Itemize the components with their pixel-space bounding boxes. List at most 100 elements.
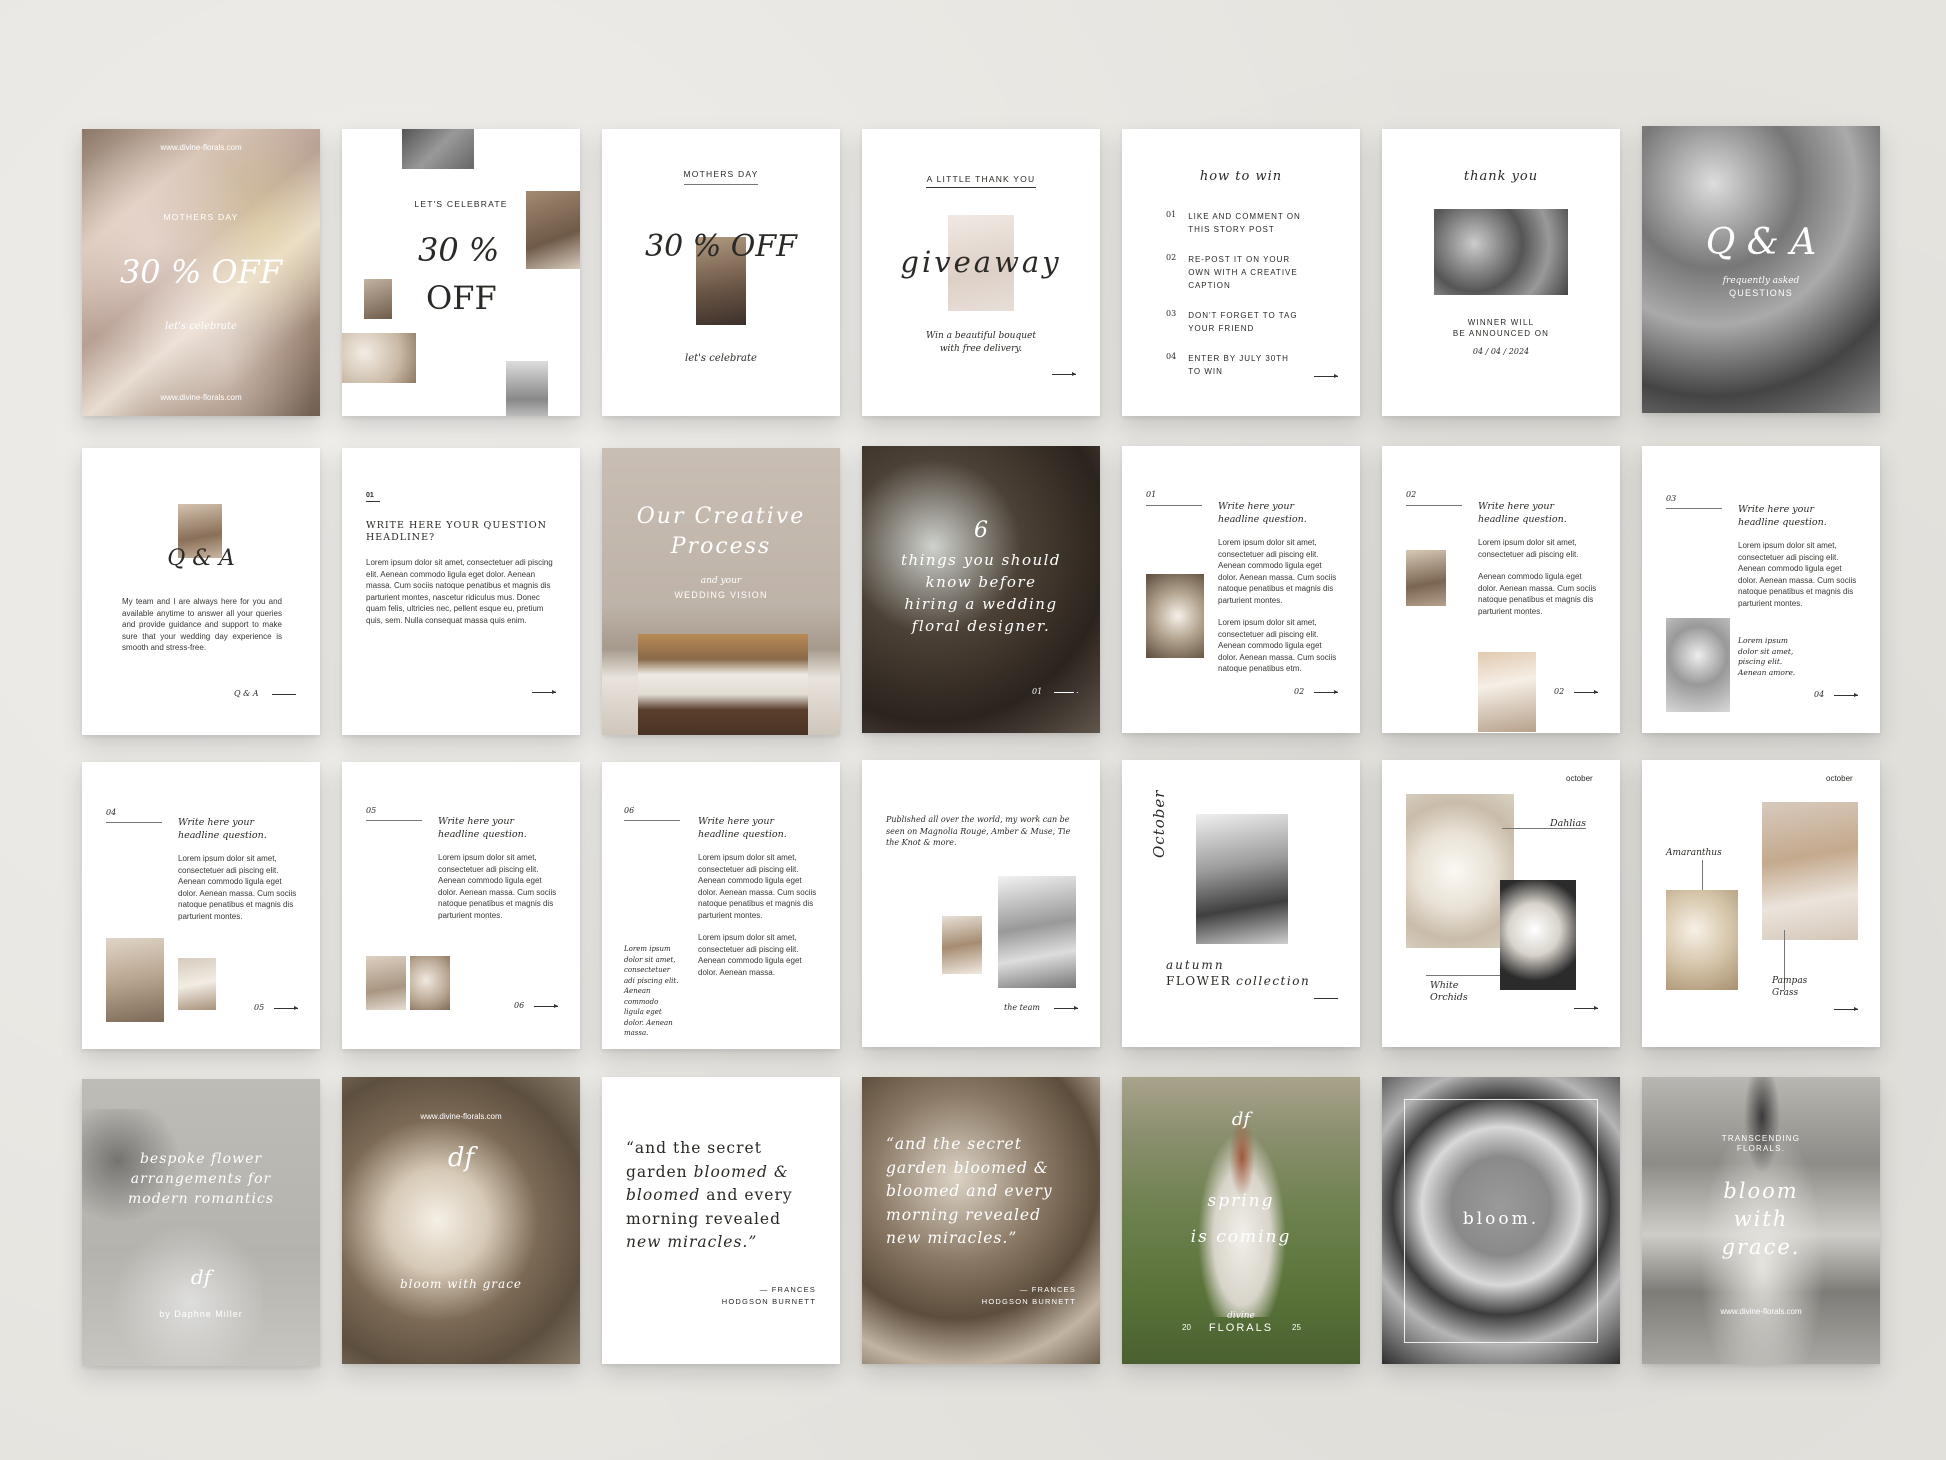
subline: frequently asked <box>1722 276 1800 286</box>
label-orchids: Orchids <box>1430 992 1468 1003</box>
collection-rule <box>1314 998 1338 999</box>
footer-label: the team <box>1004 1003 1040 1012</box>
quote-line-1: “and the secret <box>626 1139 762 1157</box>
woman-in-field-photo <box>1192 1117 1292 1317</box>
headline-line-4: floral designer. <box>911 617 1051 635</box>
dahlias-orchids-card: october Dahlias White Orchids <box>1382 760 1620 1047</box>
headline-line-2: arrangements for <box>130 1171 272 1187</box>
eyebrow-line-1: TRANSCENDING <box>1721 1134 1801 1143</box>
body-paragraph-1: Lorem ipsum dolor sit amet, consectetuer… <box>1218 538 1337 605</box>
pull-quote: Lorem ipsum dolor sit amet, piscing elit… <box>1738 636 1796 677</box>
url: www.divine-florals.com <box>1720 1307 1802 1316</box>
team-card: Published all over the world, my work ca… <box>862 760 1100 1047</box>
eyebrow-underline <box>684 184 758 185</box>
question-line-1: Write here your <box>1738 504 1815 515</box>
pampas-photo <box>1762 802 1858 940</box>
page-number: 01 <box>1032 687 1043 696</box>
quote-line-2: garden bloomed & <box>886 1158 1049 1177</box>
pull-quote: Lorem ipsum dolor sit amet, consectetuer… <box>624 945 679 1037</box>
label-amaranthus: Amaranthus <box>1666 848 1722 858</box>
question-line-1: Write here your <box>1218 501 1295 512</box>
page-number: 05 <box>254 1003 265 1012</box>
label-white: White <box>1430 980 1459 991</box>
headline: giveaway <box>900 245 1062 279</box>
next-arrow-icon[interactable] <box>1834 1007 1858 1011</box>
body-paragraph: Lorem ipsum dolor sit amet, consectetuer… <box>178 854 297 921</box>
question-line-2: headline question. <box>178 830 267 841</box>
page-number: 02 <box>1554 687 1565 696</box>
question-line-2: headline question. <box>1218 514 1307 525</box>
white-roses-photo <box>342 333 416 383</box>
collection-line-2: FLOWER collection <box>1166 974 1310 988</box>
body-paragraph: Lorem ipsum dolor sit amet, consectetuer… <box>438 853 557 920</box>
question-number: 02 <box>1406 490 1417 499</box>
brand-line-2: FLORALS <box>1208 1322 1274 1334</box>
question-line-2: HEADLINE? <box>366 532 436 543</box>
question-01-card: 01 WRITE HERE YOUR QUESTION HEADLINE? Lo… <box>342 448 580 735</box>
body-text: Lorem ipsum dolor sit amet, consectetuer… <box>366 558 553 625</box>
giveaway-card: A LITTLE THANK YOU giveaway Win a beauti… <box>862 129 1100 416</box>
question-number: 04 <box>106 808 117 817</box>
next-arrow-icon[interactable] <box>1574 1006 1598 1010</box>
headline-line-3: grace. <box>1721 1235 1801 1259</box>
url: www.divine-florals.com <box>420 1112 502 1121</box>
next-arrow-icon[interactable] <box>1314 690 1338 694</box>
next-arrow-icon[interactable] <box>274 1006 298 1010</box>
left-number: 20 <box>1182 1323 1191 1332</box>
quote-text: “and the secret garden bloomed & bloomed… <box>626 1137 793 1255</box>
next-arrow-icon[interactable] <box>1054 690 1078 694</box>
flowers-photo-a <box>366 956 406 1010</box>
author-line-1: — FRANCES <box>1019 1285 1076 1294</box>
number-rule <box>366 820 422 821</box>
question-number: 01 <box>1146 490 1157 499</box>
body-paragraph-2: Lorem ipsum dolor sit amet, consectetuer… <box>698 933 802 977</box>
roses-bw-photo <box>1434 209 1568 295</box>
question-line-1: Write here your <box>698 816 775 827</box>
eyebrow: A LITTLE THANK YOU <box>926 174 1036 184</box>
how-to-win-card: how to win 01 LIKE AND COMMENT ON THIS ST… <box>1122 129 1360 416</box>
headline: Q & A <box>1705 222 1817 263</box>
question-quote-card: 03 Write here your headline question. Lo… <box>1642 446 1880 733</box>
subline-2: with free delivery. <box>939 344 1023 354</box>
headline-line1: 30 % <box>418 231 500 269</box>
vertical-label: October <box>1150 789 1168 858</box>
next-arrow-icon[interactable] <box>532 690 556 694</box>
mothers-day-offer-card: MOTHERS DAY 30 % OFF let's celebrate <box>602 129 840 416</box>
number-rule <box>1146 505 1202 506</box>
question-line-2: headline question. <box>1738 517 1827 528</box>
label-pampas: Pampas <box>1772 976 1808 986</box>
body-paragraph: Lorem ipsum dolor sit amet, consectetuer… <box>1738 541 1857 608</box>
headline-line-1: bespoke flower <box>139 1151 263 1167</box>
arrangement-bw-photo <box>1666 618 1730 712</box>
question-number: 05 <box>366 806 377 815</box>
winner-line-1: WINNER WILL <box>1467 318 1535 327</box>
question-number: 06 <box>624 806 635 815</box>
headline-line-2: Process <box>670 534 772 559</box>
next-arrow-icon[interactable] <box>1054 1006 1078 1010</box>
next-arrow-icon[interactable] <box>1314 374 1338 378</box>
quote-card-white: “and the secret garden bloomed & bloomed… <box>602 1077 840 1364</box>
question-05-card: 05 Write here your headline question. Lo… <box>342 762 580 1049</box>
monogram-logo: df <box>190 1265 212 1289</box>
next-arrow-icon[interactable] <box>1574 690 1598 694</box>
intro-text: Published all over the world, my work ca… <box>886 815 1071 847</box>
number-rule <box>1406 505 1462 506</box>
quote-text: “and the secret garden bloomed & bloomed… <box>886 1133 1053 1251</box>
body-paragraph-1: Lorem ipsum dolor sit amet, consectetuer… <box>1478 538 1579 559</box>
bespoke-flower-card: bespoke flower arrangements for modern r… <box>82 1079 320 1366</box>
next-arrow-icon[interactable] <box>1834 693 1858 697</box>
question-line-1: Write here your <box>1478 501 1555 512</box>
title: how to win <box>1199 169 1283 184</box>
question-04-card: 04 Write here your headline question. Lo… <box>82 762 320 1049</box>
question-two-col-card-b: 02 Write here your headline question. Lo… <box>1382 446 1620 733</box>
next-arrow-icon[interactable] <box>1052 372 1076 376</box>
page-number: 02 <box>1294 687 1305 696</box>
detail-photo <box>942 916 982 974</box>
collection-line-1: autumn <box>1166 958 1225 972</box>
label-leader-2 <box>1426 975 1500 976</box>
next-arrow-icon[interactable] <box>534 1004 558 1008</box>
headline-line-3: modern romantics <box>128 1191 274 1207</box>
question-line-1: Write here your <box>178 817 255 828</box>
headline-line-3: hiring a wedding <box>904 595 1058 613</box>
headline-line-1: bloom <box>1723 1179 1799 1203</box>
